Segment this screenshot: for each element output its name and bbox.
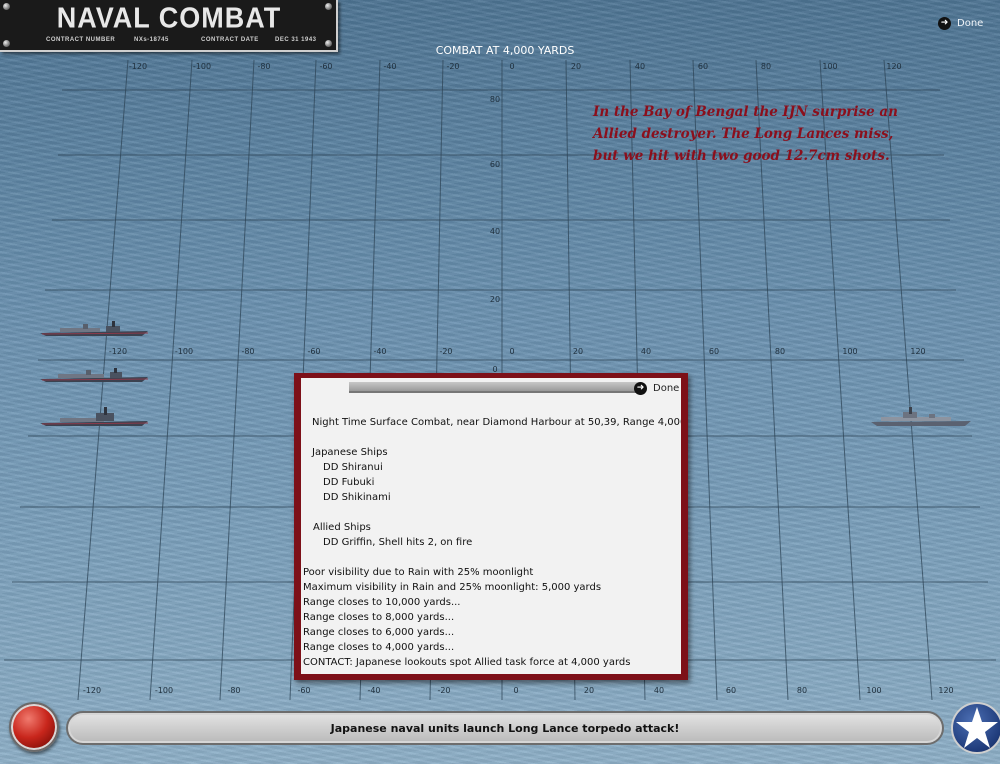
x-axis-label: 120 (910, 347, 925, 356)
combat-report-body[interactable]: ➜ Done Night Time Surface Combat, near D… (301, 378, 681, 674)
ship-entry: DD Griffin, Shell hits 2, on fire (323, 537, 473, 548)
x-axis-bottom-labels: -120 -100 -80 -60 -40 -20 0 20 40 60 80 100 120 (83, 686, 954, 695)
x-axis-label: 60 (726, 686, 736, 695)
ship-entry: DD Shiranui (323, 462, 383, 473)
x-axis-label: 80 (761, 62, 771, 71)
grid-line (149, 59, 193, 701)
x-axis-label: -100 (193, 62, 211, 71)
logo-title: NAVAL COMBAT (56, 2, 282, 34)
japanese-destroyer-shikinami[interactable] (38, 406, 152, 428)
x-axis-top-labels: -120 -100 -80 -60 -40 -20 0 20 40 60 80 100 120 (129, 62, 902, 71)
report-heading: Night Time Surface Combat, near Diamond … (312, 417, 681, 428)
done-label: Done (957, 18, 984, 29)
log-line: Poor visibility due to Rain with 25% moo… (303, 567, 534, 578)
y-axis-label: 40 (490, 227, 500, 236)
x-axis-label: -20 (439, 347, 452, 356)
arrow-right-circle-icon: ➜ (634, 382, 647, 395)
x-axis-label: -120 (109, 347, 127, 356)
x-axis-label: -40 (373, 347, 386, 356)
log-line: Maximum visibility in Rain and 25% moonl… (303, 582, 602, 593)
red-button-icon[interactable] (9, 702, 59, 752)
x-axis-label: 80 (797, 686, 807, 695)
x-axis-label: 100 (842, 347, 857, 356)
log-line: Range closes to 4,000 yards... (303, 642, 455, 653)
x-axis-label: 40 (641, 347, 651, 356)
y-axis-label: 20 (490, 295, 500, 304)
x-axis-label: -100 (155, 686, 173, 695)
bottom-bar: Japanese naval units launch Long Lance t… (0, 700, 1000, 764)
status-message-bar: Japanese naval units launch Long Lance t… (66, 711, 944, 745)
y-axis-label: 60 (490, 160, 500, 169)
combat-log: Night Time Surface Combat, near Diamond … (303, 415, 681, 670)
status-message: Japanese naval units launch Long Lance t… (330, 721, 680, 735)
report-header-bar (349, 382, 639, 393)
japanese-destroyer-fubuki[interactable] (38, 366, 152, 384)
y-axis-labels: 806040200 (490, 95, 500, 374)
x-axis-label: 40 (635, 62, 645, 71)
x-axis-label: -60 (307, 347, 320, 356)
japanese-ships-label: Japanese Ships (312, 447, 388, 458)
x-axis-label: 60 (698, 62, 708, 71)
x-axis-label: -80 (257, 62, 270, 71)
contract-date: DEC 31 1943 (275, 37, 317, 43)
naval-combat-logo: NAVAL COMBAT CONTRACT NUMBER NXs-18745 C… (0, 0, 338, 52)
ship-entry: DD Shikinami (323, 492, 391, 503)
done-button[interactable]: ➜ Done (938, 17, 983, 30)
x-axis-label: -60 (319, 62, 332, 71)
x-axis-middle-labels: -120 -100 -80 -60 -40 -20 0 20 40 60 80 100 120 (109, 347, 926, 356)
log-line: Range closes to 8,000 yards... (303, 612, 455, 623)
x-axis-label: 80 (775, 347, 785, 356)
star-button[interactable] (951, 702, 1000, 754)
combat-report-panel: ➜ Done Night Time Surface Combat, near D… (294, 373, 688, 680)
contract-number-label: CONTRACT NUMBER (46, 37, 116, 43)
x-axis-label: 120 (938, 686, 953, 695)
x-axis-label: -20 (446, 62, 459, 71)
x-axis-label: -40 (367, 686, 380, 695)
allied-ships-label: Allied Ships (313, 522, 371, 533)
contract-number: NXs-18745 (134, 37, 169, 43)
ship-entry: DD Fubuki (323, 477, 375, 488)
x-axis-label: -60 (297, 686, 310, 695)
x-axis-label: 0 (513, 686, 518, 695)
report-done-button[interactable]: ➜ Done (634, 382, 679, 395)
log-line: CONTACT: Japanese lookouts spot Allied t… (303, 657, 631, 668)
x-axis-label: 60 (709, 347, 719, 356)
japanese-destroyer-shiranui[interactable] (38, 320, 152, 338)
x-axis-label: 0 (509, 347, 514, 356)
star-icon (956, 707, 998, 748)
x-axis-label: -120 (129, 62, 147, 71)
x-axis-label: 20 (573, 347, 583, 356)
x-axis-label: 0 (509, 62, 514, 71)
combat-title: COMBAT AT 4,000 YARDS (435, 44, 575, 57)
arrow-right-circle-icon: ➜ (938, 17, 951, 30)
grid-line (219, 59, 255, 701)
x-axis-label: 120 (886, 62, 901, 71)
x-axis-label: -80 (227, 686, 240, 695)
x-axis-label: 20 (584, 686, 594, 695)
x-axis-label: 100 (822, 62, 837, 71)
rivet-icon (325, 40, 332, 47)
x-axis-label: 40 (654, 686, 664, 695)
y-axis-label: 80 (490, 95, 500, 104)
x-axis-label: -120 (83, 686, 101, 695)
x-axis-label: -40 (383, 62, 396, 71)
log-line: Range closes to 10,000 yards... (303, 597, 461, 608)
allied-destroyer-griffin[interactable] (869, 405, 973, 427)
done-label: Done (653, 383, 680, 394)
x-axis-label: 20 (571, 62, 581, 71)
x-axis-label: -80 (241, 347, 254, 356)
contract-date-label: CONTRACT DATE (201, 37, 259, 43)
x-axis-label: -100 (175, 347, 193, 356)
combat-note: In the Bay of Bengal the IJN surprise an… (593, 104, 898, 164)
log-line: Range closes to 6,000 yards... (303, 627, 455, 638)
rivet-icon (3, 40, 10, 47)
x-axis-label: 100 (866, 686, 881, 695)
x-axis-label: -20 (437, 686, 450, 695)
